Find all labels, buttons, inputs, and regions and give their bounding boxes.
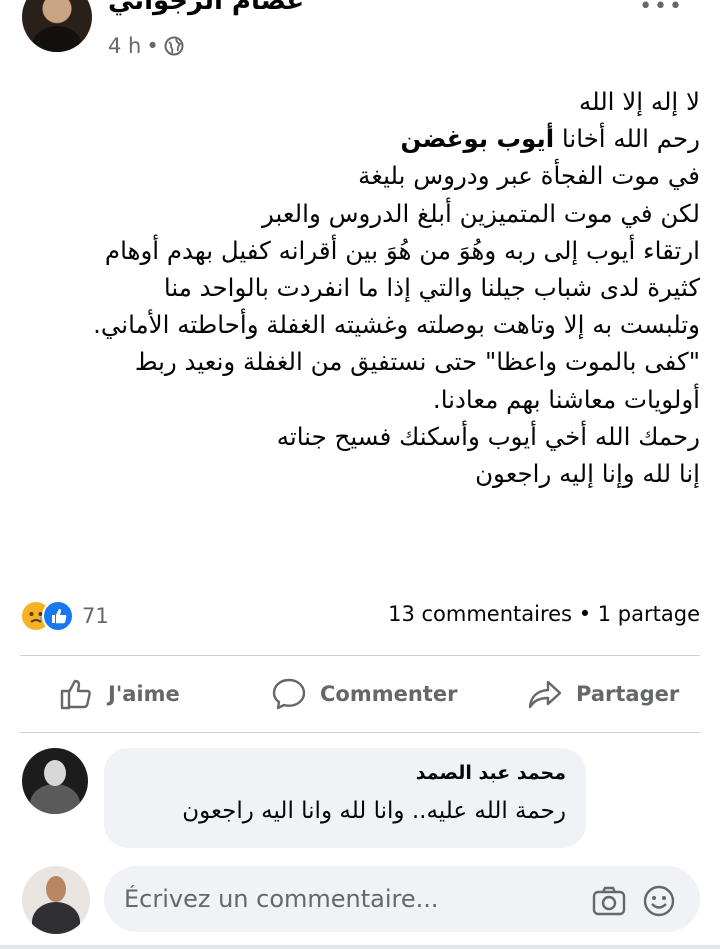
post-timestamp: 4 h • [108,34,184,58]
more-icon[interactable]: ••• [639,0,684,19]
bottom-divider [0,945,720,949]
like-reaction-icon [42,600,74,632]
comment-label: Commenter [320,682,458,706]
current-user-avatar [22,866,90,934]
emoji-icon[interactable] [642,884,676,918]
post-line: إنا لله وإنا إليه راجعون [475,459,700,489]
post-text: لا إله إلا الله رحم الله أخانا أيوب بوغض… [20,83,700,492]
post-line: لا إله إلا الله [578,87,700,116]
thumbs-up-icon [60,679,91,710]
post-line: "كفى بالموت واعظا" حتى نستفيق من الغفلة … [134,347,700,377]
post-header: عصام الزجواني 4 h • ••• [0,0,720,80]
author-name[interactable]: عصام الزجواني [108,0,304,16]
post-line: في موت الفجأة عبر ودروس بليغة [358,161,700,191]
post-line: كثيرة لدى شباب جيلنا والتي إذا ما انفردت… [163,273,700,303]
commenter-avatar[interactable] [22,748,88,814]
post-line: لكن في موت المتميزين أبلغ الدروس والعبر [261,198,700,228]
shares-count[interactable]: 1 partage [598,602,700,626]
time-separator: • [146,34,159,58]
comment-item: محمد عبد الصمد رحمة الله عليه.. وانا لله… [20,748,700,858]
post-line: أولويات معاشنا بهم معادنا. [432,384,700,414]
post-time[interactable]: 4 h [108,34,141,58]
comment-composer [20,862,700,936]
post-line: رحمك الله أخي أيوب وأسكنك فسيح جناته [276,421,700,451]
comment-text: رحمة الله عليه.. وانا لله وانا اليه راجع… [182,798,566,824]
post-stats: 13 commentaires • 1 partage [388,602,700,626]
post-line-prefix: رحم الله أخانا [554,124,700,154]
like-button[interactable]: J'aime [58,672,180,716]
share-label: Partager [576,682,680,706]
globe-icon [164,36,184,56]
tagged-name[interactable]: أيوب بوغضن [401,124,555,153]
divider [20,732,700,733]
comments-count[interactable]: 13 commentaires [388,602,572,626]
speech-bubble-icon [272,678,306,710]
reactions-summary[interactable]: 71 [20,600,109,632]
post-line: وتلبست به إلا وتاهت بوصلته وغشيته الغفلة… [93,310,700,340]
reaction-count: 71 [82,604,109,628]
camera-icon[interactable] [592,884,626,918]
comment-bubble[interactable]: محمد عبد الصمد رحمة الله عليه.. وانا لله… [104,748,586,848]
comment-author[interactable]: محمد عبد الصمد [416,762,566,784]
stats-separator: • [578,602,592,626]
author-avatar[interactable] [22,0,92,52]
like-label: J'aime [108,682,180,706]
post-line: رحم الله أخانا أيوب بوغضن [20,120,700,157]
share-button[interactable]: Partager [526,672,679,716]
post-line: ارتقاء أيوب إلى ربه وهُوَ من هُوَ بين أق… [104,235,700,265]
divider [20,655,700,656]
share-arrow-icon [528,680,562,709]
comment-button[interactable]: Commenter [270,672,457,716]
